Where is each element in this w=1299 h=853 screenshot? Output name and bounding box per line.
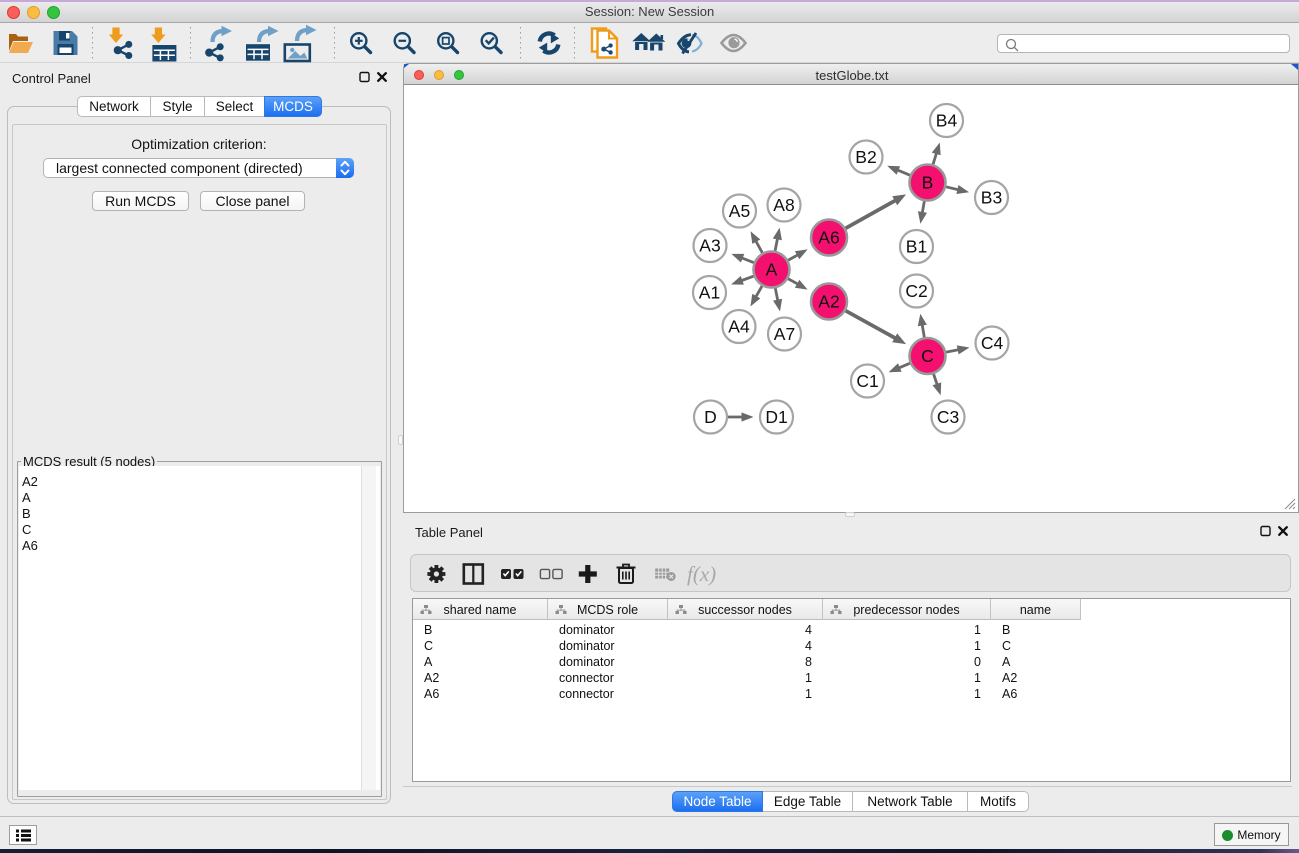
svg-text:A: A: [766, 260, 778, 280]
svg-text:C3: C3: [937, 407, 959, 427]
svg-text:B2: B2: [855, 147, 876, 167]
svg-text:D: D: [704, 407, 717, 427]
svg-text:C: C: [921, 346, 934, 366]
svg-text:A3: A3: [699, 236, 720, 256]
svg-text:A1: A1: [699, 283, 720, 303]
svg-text:C1: C1: [856, 371, 878, 391]
svg-text:f(x): f(x): [687, 562, 716, 586]
svg-text:C4: C4: [981, 333, 1004, 353]
svg-text:A4: A4: [728, 317, 750, 337]
svg-text:B4: B4: [936, 111, 958, 131]
svg-text:D1: D1: [765, 407, 787, 427]
svg-text:B: B: [922, 173, 934, 193]
svg-text:A7: A7: [774, 324, 795, 344]
svg-text:A8: A8: [773, 195, 794, 215]
svg-text:A6: A6: [818, 228, 839, 248]
svg-text:B3: B3: [981, 188, 1002, 208]
svg-text:C2: C2: [905, 281, 927, 301]
svg-text:B1: B1: [906, 237, 927, 257]
svg-text:A5: A5: [729, 201, 750, 221]
svg-text:A2: A2: [818, 292, 839, 312]
